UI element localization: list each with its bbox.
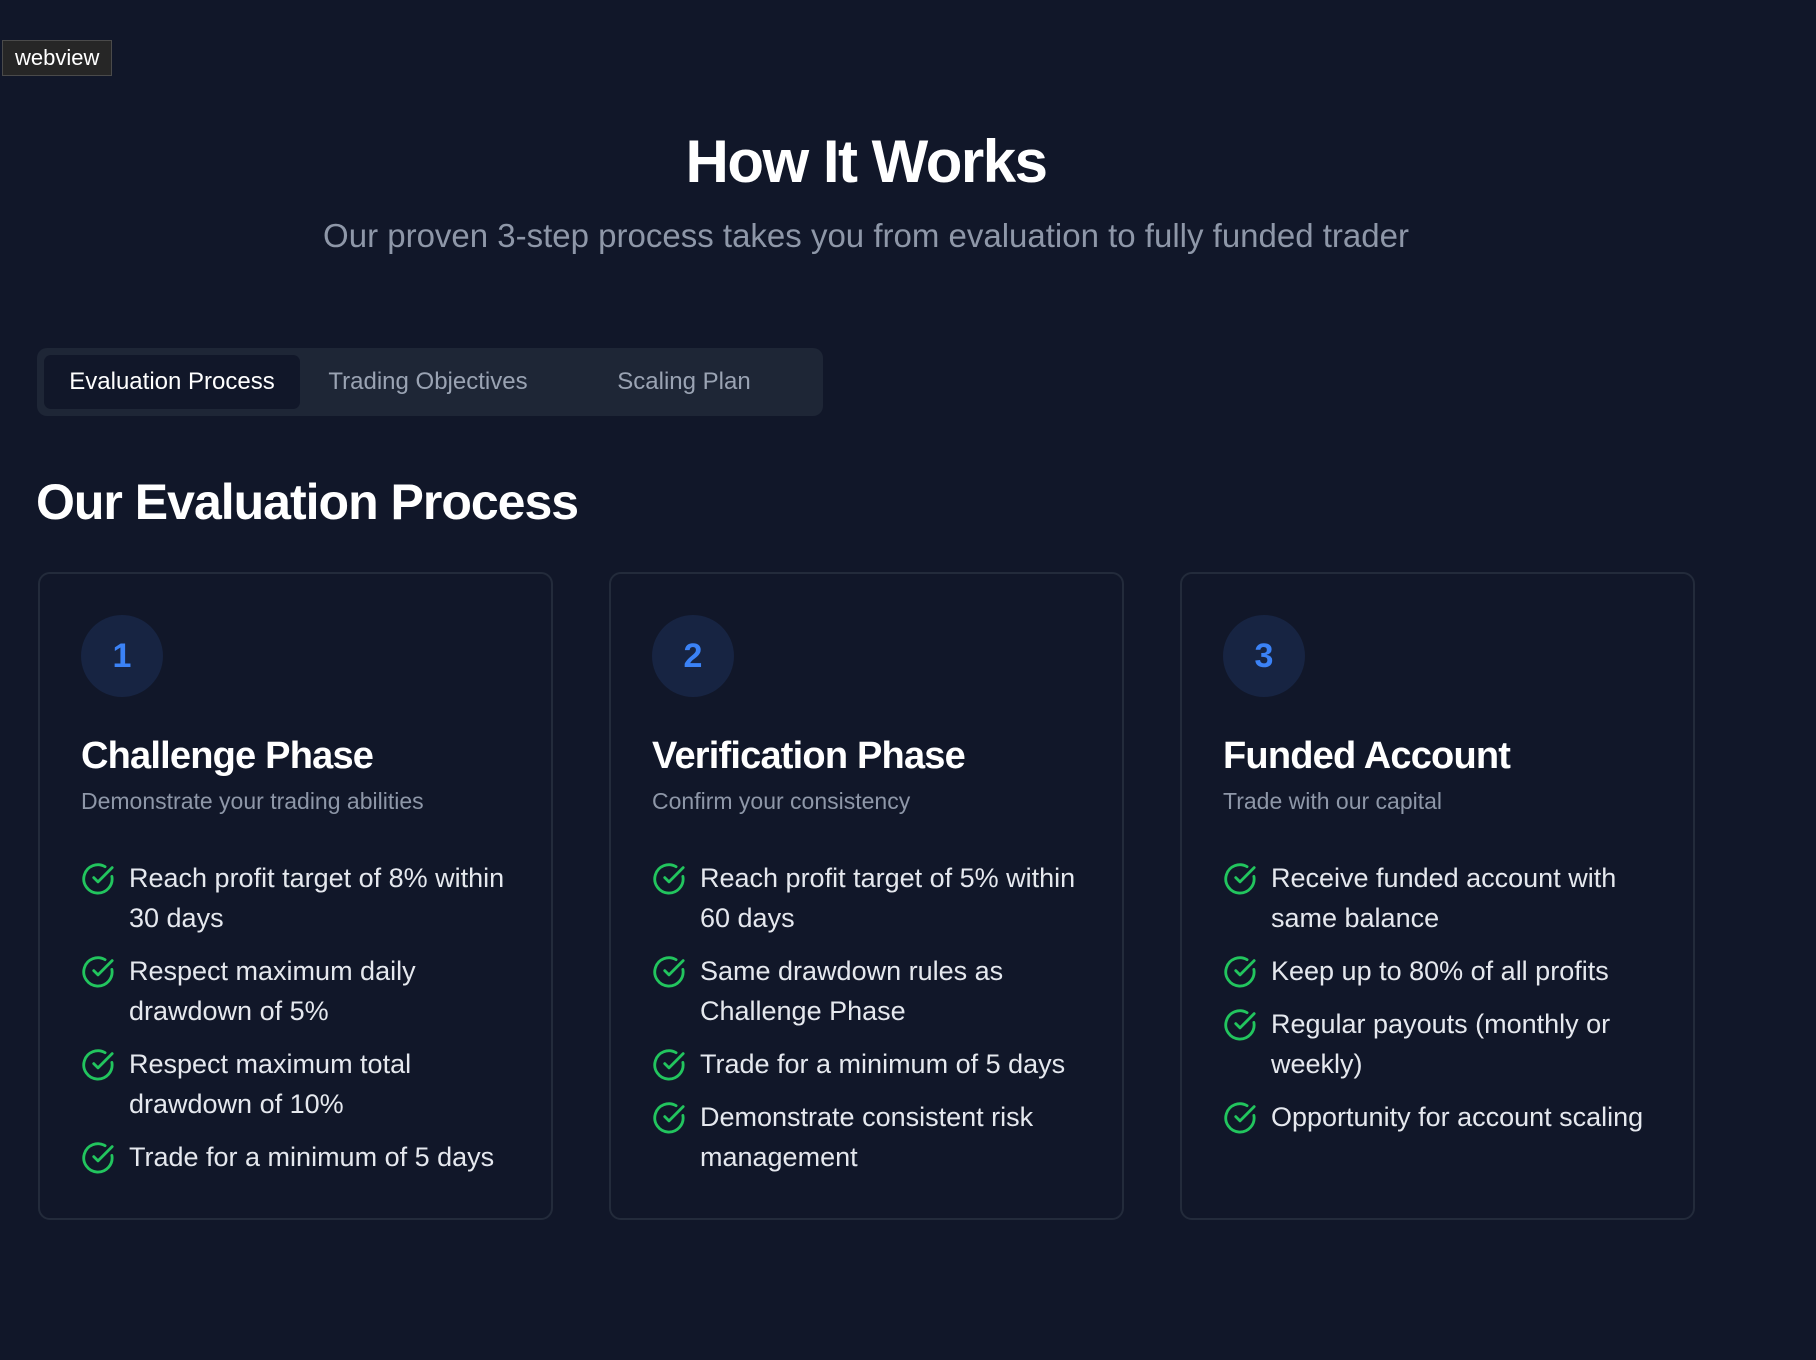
check-circle-icon [1224, 1102, 1256, 1134]
check-circle-icon [653, 863, 685, 895]
step-card-funded: 3 Funded Account Trade with our capital … [1180, 572, 1695, 1220]
card-subtitle: Trade with our capital [1223, 788, 1443, 814]
feature-item: Respect maximum total drawdown of 10% [81, 1044, 531, 1124]
feature-list: Receive funded account with same balance… [1223, 858, 1673, 1150]
feature-list: Reach profit target of 8% within 30 days… [81, 858, 531, 1190]
check-circle-icon [1224, 863, 1256, 895]
feature-text: Opportunity for account scaling [1271, 1102, 1644, 1132]
step-number-badge: 3 [1223, 615, 1305, 697]
feature-item: Trade for a minimum of 5 days [81, 1137, 531, 1177]
card-title: Verification Phase [652, 735, 966, 777]
step-number-badge: 1 [81, 615, 163, 697]
feature-item: Regular payouts (monthly or weekly) [1223, 1004, 1673, 1084]
card-title: Challenge Phase [81, 735, 374, 777]
feature-item: Reach profit target of 5% within 60 days [652, 858, 1102, 938]
check-circle-icon [82, 863, 114, 895]
feature-text: Trade for a minimum of 5 days [700, 1049, 1066, 1079]
page-subtitle: Our proven 3-step process takes you from… [323, 217, 1409, 254]
check-circle-icon [653, 1049, 685, 1081]
feature-item: Respect maximum daily drawdown of 5% [81, 951, 531, 1031]
feature-item: Trade for a minimum of 5 days [652, 1044, 1102, 1084]
card-subtitle: Confirm your consistency [652, 788, 911, 814]
feature-text: Same drawdown rules as Challenge Phase [700, 956, 1004, 1026]
feature-text: Demonstrate consistent risk management [700, 1102, 1034, 1172]
tab-scaling-plan[interactable]: Scaling Plan [556, 355, 812, 409]
check-circle-icon [1224, 956, 1256, 988]
page: webview How It Works Our proven 3-step p… [0, 0, 1816, 1360]
step-card-verification: 2 Verification Phase Confirm your consis… [609, 572, 1124, 1220]
feature-item: Same drawdown rules as Challenge Phase [652, 951, 1102, 1031]
check-circle-icon [82, 956, 114, 988]
feature-item: Reach profit target of 8% within 30 days [81, 858, 531, 938]
feature-text: Reach profit target of 5% within 60 days [700, 863, 1076, 933]
tab-trading-objectives[interactable]: Trading Objectives [300, 355, 556, 409]
step-card-challenge: 1 Challenge Phase Demonstrate your tradi… [38, 572, 553, 1220]
feature-text: Reach profit target of 8% within 30 days [129, 863, 505, 933]
webview-label: webview [2, 40, 113, 76]
check-circle-icon [1224, 1009, 1256, 1041]
tab-bar: Evaluation Process Trading Objectives Sc… [37, 348, 823, 416]
feature-text: Receive funded account with same balance [1271, 863, 1617, 933]
card-title: Funded Account [1223, 735, 1511, 777]
check-circle-icon [82, 1049, 114, 1081]
feature-text: Respect maximum daily drawdown of 5% [129, 956, 416, 1026]
tab-evaluation-process[interactable]: Evaluation Process [44, 355, 300, 409]
check-circle-icon [82, 1142, 114, 1174]
feature-text: Trade for a minimum of 5 days [129, 1142, 495, 1172]
step-number-badge: 2 [652, 615, 734, 697]
check-circle-icon [653, 956, 685, 988]
feature-item: Keep up to 80% of all profits [1223, 951, 1673, 991]
card-subtitle: Demonstrate your trading abilities [81, 788, 424, 814]
feature-list: Reach profit target of 5% within 60 days… [652, 858, 1102, 1190]
feature-item: Demonstrate consistent risk management [652, 1097, 1102, 1177]
feature-text: Regular payouts (monthly or weekly) [1271, 1009, 1611, 1079]
feature-text: Keep up to 80% of all profits [1271, 956, 1609, 986]
page-title: How It Works [685, 128, 1048, 195]
feature-item: Receive funded account with same balance [1223, 858, 1673, 938]
section-header: How It Works Our proven 3-step process t… [0, 126, 1732, 258]
check-circle-icon [653, 1102, 685, 1134]
feature-text: Respect maximum total drawdown of 10% [129, 1049, 412, 1119]
feature-item: Opportunity for account scaling [1223, 1097, 1673, 1137]
section-title: Our Evaluation Process [36, 474, 579, 530]
